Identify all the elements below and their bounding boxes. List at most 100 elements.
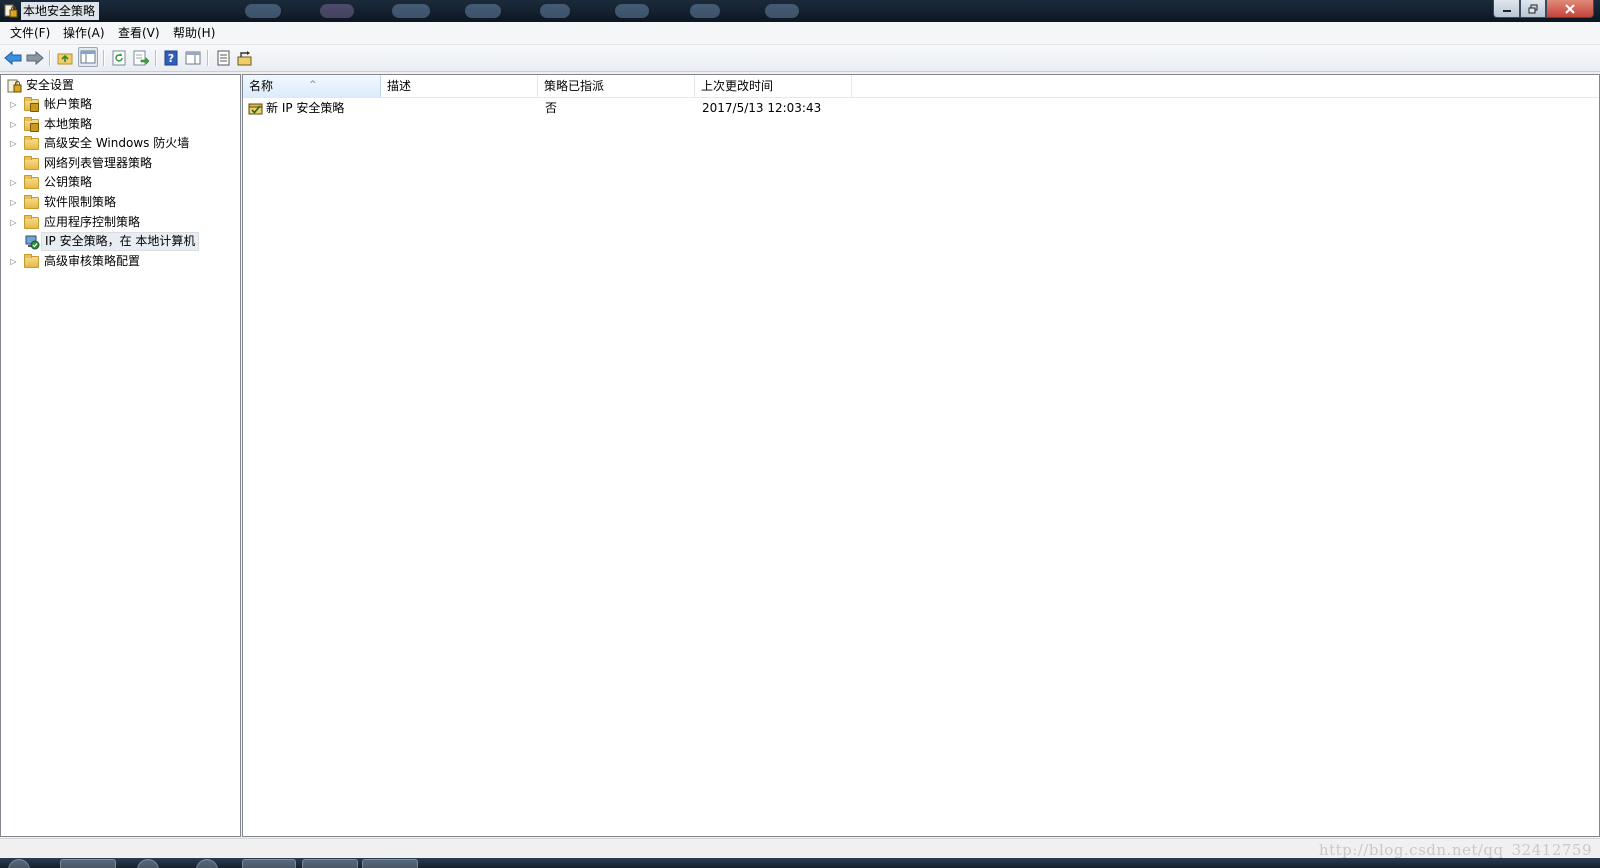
- tree-item-public-key-policies[interactable]: ▷ 公钥策略: [9, 173, 229, 192]
- assign-policy-icon: [237, 51, 252, 66]
- column-header-name[interactable]: ^ 名称: [243, 75, 381, 97]
- restore-icon: [1528, 4, 1538, 13]
- toolbar-separator: [49, 50, 51, 66]
- tree-item-label: 高级审核策略配置: [44, 254, 141, 268]
- folder-icon: [24, 156, 40, 171]
- taskbar-button[interactable]: [362, 859, 418, 868]
- folder-icon: [24, 215, 40, 230]
- menu-bar: 文件(F) 操作(A) 查看(V) 帮助(H): [0, 22, 1600, 45]
- tree-item-label: 公钥策略: [44, 175, 93, 189]
- tree-item-label: 高级安全 Windows 防火墙: [44, 136, 190, 150]
- menu-file[interactable]: 文件(F): [9, 25, 51, 41]
- policy-last-modified: 2017/5/13 12:03:43: [702, 101, 822, 115]
- toolbar-separator: [155, 50, 157, 66]
- column-header-assigned[interactable]: 策略已指派: [538, 75, 695, 97]
- assign-policy-button[interactable]: [236, 49, 254, 67]
- start-button[interactable]: [8, 859, 30, 868]
- tree-root-security-settings[interactable]: 安全设置: [5, 76, 235, 95]
- expand-arrow-icon[interactable]: ▷: [9, 95, 18, 114]
- column-header-label: 上次更改时间: [701, 79, 774, 93]
- menu-help[interactable]: 帮助(H): [172, 25, 216, 41]
- locked-folder-icon: [24, 97, 40, 112]
- taskbar-button[interactable]: [60, 859, 116, 868]
- tree-item-label: 软件限制策略: [44, 195, 117, 209]
- tree-item-label: 帐户策略: [44, 97, 93, 111]
- action-pane-icon: [185, 51, 201, 65]
- help-button[interactable]: ?: [162, 49, 180, 67]
- background-blur: [392, 4, 430, 18]
- column-header-last-modified[interactable]: 上次更改时间: [695, 75, 852, 97]
- tree-item-ip-security[interactable]: IP 安全策略，在 本地计算机: [9, 232, 229, 251]
- back-arrow-icon: [4, 50, 22, 66]
- tree-item-local-policies[interactable]: ▷ 本地策略: [9, 115, 229, 134]
- tree-item-network-list-manager[interactable]: 网络列表管理器策略: [9, 154, 229, 173]
- background-blur: [540, 4, 570, 18]
- menu-action[interactable]: 操作(A): [62, 25, 106, 41]
- ip-policy-icon: [248, 101, 264, 117]
- refresh-button[interactable]: [110, 49, 128, 67]
- back-button[interactable]: [4, 49, 22, 67]
- action-pane-button[interactable]: [184, 49, 202, 67]
- properties-icon: [217, 50, 230, 66]
- forward-button[interactable]: [26, 49, 44, 67]
- expand-arrow-icon[interactable]: ▷: [9, 173, 18, 192]
- toolbar-separator: [207, 50, 209, 66]
- properties-button[interactable]: [214, 49, 232, 67]
- list-item[interactable]: 新 IP 安全策略 否 2017/5/13 12:03:43: [246, 99, 1596, 118]
- window-title: 本地安全策略: [21, 2, 100, 20]
- status-bar: http://blog.csdn.net/qq_32412759: [0, 838, 1600, 859]
- tree-item-label: 网络列表管理器策略: [44, 156, 153, 170]
- taskbar-button[interactable]: [137, 859, 159, 868]
- up-folder-icon: [57, 53, 73, 65]
- expand-arrow-icon[interactable]: ▷: [9, 213, 18, 232]
- expand-arrow-icon[interactable]: ▷: [9, 134, 18, 153]
- taskbar-button[interactable]: [196, 859, 218, 868]
- folder-icon: [24, 136, 40, 151]
- help-icon: ?: [164, 50, 178, 66]
- menu-view[interactable]: 查看(V): [117, 25, 161, 41]
- watermark-text: http://blog.csdn.net/qq_32412759: [1318, 841, 1592, 859]
- folder-icon: [24, 254, 40, 269]
- taskbar-button[interactable]: [242, 859, 296, 868]
- column-header-label: 策略已指派: [544, 79, 605, 93]
- expand-arrow-icon[interactable]: ▷: [9, 193, 18, 212]
- export-list-button[interactable]: [132, 49, 150, 67]
- svg-text:?: ?: [168, 52, 174, 65]
- tree-item-windows-firewall[interactable]: ▷ 高级安全 Windows 防火墙: [9, 134, 229, 153]
- column-header-description[interactable]: 描述: [381, 75, 538, 97]
- tree-item-label: 本地策略: [44, 117, 93, 131]
- window-controls: [1493, 0, 1594, 18]
- tree-item-app-control[interactable]: ▷ 应用程序控制策略: [9, 213, 229, 232]
- expand-arrow-icon[interactable]: ▷: [9, 252, 18, 271]
- expand-arrow-icon[interactable]: ▷: [9, 115, 18, 134]
- show-hide-tree-button[interactable]: [78, 47, 98, 67]
- up-one-level-button[interactable]: [56, 49, 74, 67]
- background-blur: [320, 4, 354, 18]
- restore-button[interactable]: [1520, 0, 1546, 18]
- security-policy-app-icon: [4, 4, 18, 18]
- ip-security-icon: [24, 234, 40, 250]
- folder-icon: [24, 195, 40, 210]
- background-blur: [765, 4, 799, 18]
- toolbar: ?: [0, 45, 1600, 72]
- tree-item-account-policies[interactable]: ▷ 帐户策略: [9, 95, 229, 114]
- tree-item-label: 安全设置: [26, 78, 75, 92]
- forward-arrow-icon: [26, 50, 44, 66]
- policy-name: 新 IP 安全策略: [266, 101, 345, 115]
- taskbar-button[interactable]: [302, 859, 358, 868]
- tree-item-label: IP 安全策略，在 本地计算机: [41, 232, 200, 251]
- sort-ascending-icon: ^: [309, 80, 317, 90]
- refresh-icon: [112, 50, 126, 66]
- minimize-button[interactable]: [1493, 0, 1520, 18]
- background-blur: [245, 4, 281, 18]
- security-settings-icon: [7, 78, 23, 93]
- locked-folder-icon: [24, 117, 40, 132]
- title-bar: 本地安全策略: [0, 0, 1600, 22]
- tree-item-software-restriction[interactable]: ▷ 软件限制策略: [9, 193, 229, 212]
- tree-item-advanced-audit[interactable]: ▷ 高级审核策略配置: [9, 252, 229, 271]
- close-button[interactable]: [1546, 0, 1594, 18]
- column-header-label: 描述: [387, 79, 412, 93]
- folder-icon: [24, 175, 40, 190]
- close-icon: [1565, 3, 1575, 14]
- toolbar-separator: [103, 50, 105, 66]
